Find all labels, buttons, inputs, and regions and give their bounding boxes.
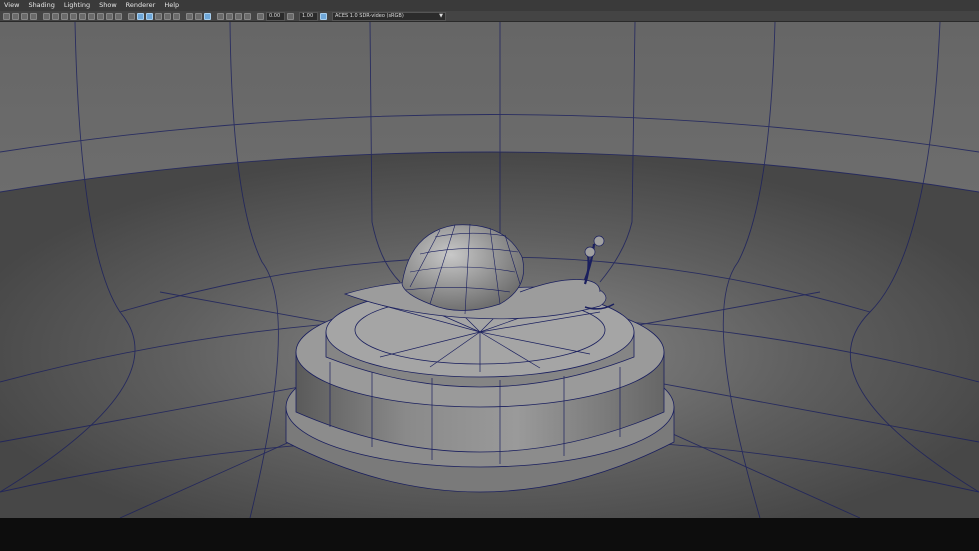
view-transform-dropdown[interactable]: ACES 1.0 SDR-video (sRGB) ▼ [332,11,446,21]
smooth-shade-icon[interactable] [137,12,144,20]
menu-show[interactable]: Show [99,1,117,10]
wireframe-on-shaded-icon[interactable] [146,12,153,20]
exposure-field[interactable]: 0.00 [266,11,285,21]
safe-action-icon[interactable] [106,12,113,20]
chevron-down-icon: ▼ [439,12,443,19]
resolution-gate-icon[interactable] [79,12,86,20]
anti-aliasing-icon[interactable] [195,12,202,20]
toolbar-icons: 0.00 1.00 ACES 1.0 SDR-video (sRGB) ▼ [3,11,446,21]
gamma-field[interactable]: 1.00 [299,11,318,21]
isolate-select-icon[interactable] [217,12,224,20]
film-gate-icon[interactable] [70,12,77,20]
field-chart-icon[interactable] [97,12,104,20]
backface-culling-icon[interactable] [244,12,251,20]
gamma-icon[interactable] [287,12,294,20]
2d-pan-zoom-icon[interactable] [43,12,50,20]
image-plane-icon[interactable] [30,12,37,20]
grease-pencil-icon[interactable] [52,12,59,20]
3d-viewport[interactable] [0,22,979,518]
xray-joints-icon[interactable] [235,12,242,20]
textured-icon[interactable] [155,12,162,20]
menu-view[interactable]: View [4,1,19,10]
bookmark-icon[interactable] [21,12,28,20]
panel-menu-bar: View Shading Lighting Show Renderer Help [0,0,979,11]
depth-of-field-icon[interactable] [204,12,211,20]
menu-renderer[interactable]: Renderer [126,1,156,10]
color-management-icon[interactable] [320,12,327,20]
gate-mask-icon[interactable] [88,12,95,20]
shadows-icon[interactable] [173,12,180,20]
exposure-icon[interactable] [257,12,264,20]
select-camera-icon[interactable] [3,12,10,20]
menu-lighting[interactable]: Lighting [64,1,90,10]
menu-help[interactable]: Help [164,1,179,10]
xray-icon[interactable] [226,12,233,20]
menu-shading[interactable]: Shading [28,1,54,10]
panel-toolbar: 0.00 1.00 ACES 1.0 SDR-video (sRGB) ▼ [0,11,979,22]
bottom-bar [0,518,979,551]
wireframe-icon[interactable] [128,12,135,20]
view-transform-label: ACES 1.0 SDR-video (sRGB) [335,12,404,19]
ambient-occlusion-icon[interactable] [186,12,193,20]
use-lights-icon[interactable] [164,12,171,20]
camera-attributes-icon[interactable] [12,12,19,20]
viewport-render [0,22,979,518]
panel-menu: View Shading Lighting Show Renderer Help [4,1,179,10]
safe-title-icon[interactable] [115,12,122,20]
grid-icon[interactable] [61,12,68,20]
